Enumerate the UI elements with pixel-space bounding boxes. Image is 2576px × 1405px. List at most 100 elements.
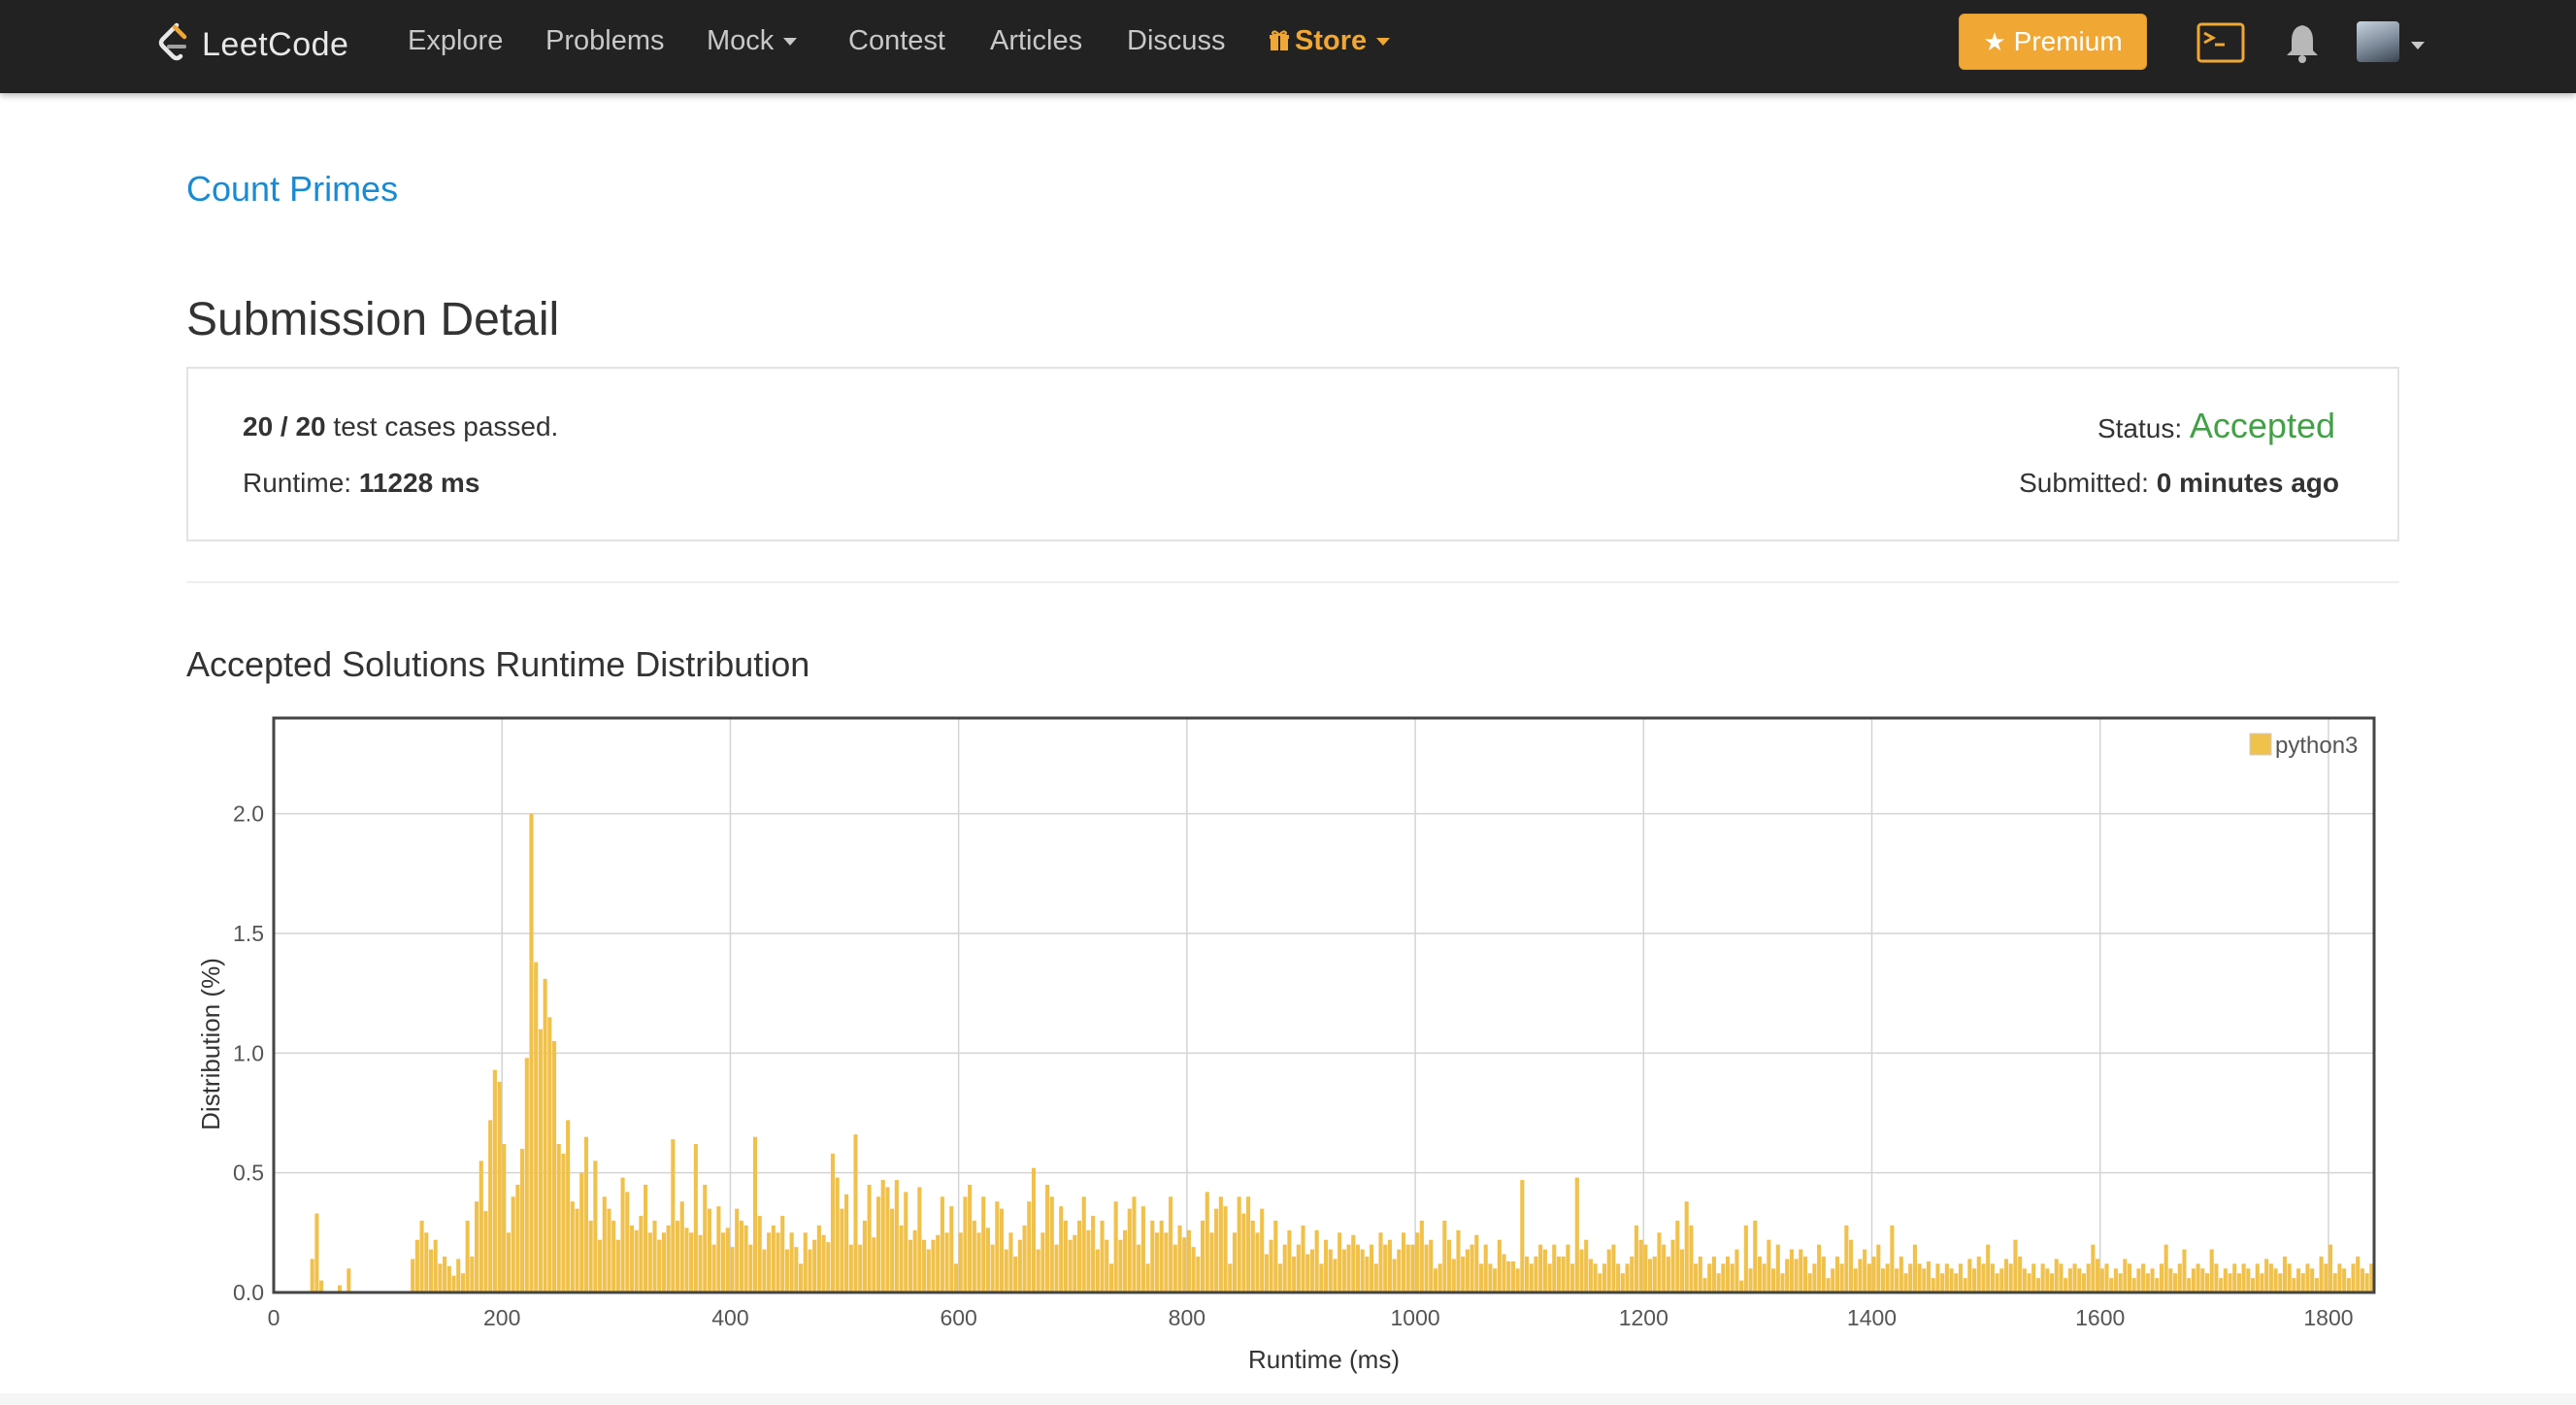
histogram-bar	[1506, 1260, 1511, 1292]
histogram-bar	[826, 1242, 831, 1292]
x-tick-label: 600	[940, 1305, 976, 1330]
histogram-bar	[634, 1229, 639, 1292]
histogram-bar	[1328, 1249, 1333, 1292]
histogram-bar	[2123, 1258, 2128, 1292]
histogram-bar	[1031, 1167, 1037, 1292]
histogram-bar	[556, 1144, 561, 1292]
histogram-bar	[1785, 1258, 1790, 1292]
histogram-bar	[497, 1081, 502, 1292]
histogram-bar	[1324, 1239, 1329, 1292]
histogram-bar	[2086, 1263, 2091, 1292]
histogram-bar	[1598, 1273, 1602, 1292]
histogram-bar	[2200, 1268, 2205, 1292]
histogram-bar	[1049, 1196, 1054, 1292]
y-tick-label: 1.5	[233, 921, 264, 946]
histogram-bar	[1100, 1221, 1105, 1292]
histogram-bar	[511, 1196, 515, 1292]
histogram-bar	[1191, 1247, 1196, 1292]
histogram-bar	[926, 1249, 931, 1292]
histogram-bar	[794, 1247, 799, 1292]
histogram-bar	[2109, 1278, 2114, 1292]
histogram-bar	[762, 1249, 767, 1292]
histogram-bar	[424, 1232, 429, 1292]
histogram-bar	[1040, 1232, 1045, 1292]
histogram-bar	[940, 1196, 944, 1292]
histogram-bar	[1145, 1263, 1150, 1292]
histogram-bar	[1123, 1229, 1128, 1292]
histogram-bar	[1903, 1273, 1908, 1292]
histogram-bar	[1341, 1249, 1346, 1292]
histogram-bar	[721, 1232, 726, 1292]
histogram-bar	[1351, 1234, 1356, 1292]
histogram-bar	[985, 1227, 990, 1292]
histogram-bar	[990, 1244, 995, 1292]
histogram-bar	[1488, 1263, 1493, 1292]
histogram-bar	[598, 1239, 603, 1292]
histogram-bar	[1214, 1208, 1219, 1292]
histogram-bar	[844, 1193, 849, 1292]
histogram-bar	[1967, 1258, 1972, 1292]
histogram-bar	[492, 1069, 497, 1292]
histogram-bar	[534, 962, 539, 1292]
histogram-bar	[1169, 1196, 1173, 1292]
histogram-bar	[711, 1244, 716, 1292]
histogram-bar	[1137, 1244, 1141, 1292]
histogram-bar	[1360, 1249, 1365, 1292]
y-tick-label: 1.0	[233, 1040, 264, 1065]
x-tick-label: 0	[268, 1305, 281, 1330]
histogram-bar	[2219, 1278, 2224, 1292]
x-tick-label: 200	[483, 1305, 520, 1330]
chart-legend[interactable]: python3	[2249, 733, 2358, 759]
histogram-bar	[2018, 1257, 2023, 1292]
histogram-bar	[1725, 1257, 1731, 1292]
histogram-bar	[1410, 1244, 1415, 1292]
histogram-bar	[488, 1120, 493, 1292]
x-tick-label: 1600	[2075, 1305, 2125, 1330]
histogram-bar	[1834, 1257, 1839, 1292]
histogram-bar	[2155, 1278, 2160, 1292]
histogram-bar	[730, 1247, 735, 1292]
histogram-bar	[743, 1225, 748, 1292]
histogram-bar	[1392, 1258, 1397, 1292]
histogram-bar	[780, 1216, 785, 1292]
histogram-bar	[2360, 1268, 2364, 1292]
histogram-bar	[520, 1149, 525, 1292]
histogram-bar	[752, 1136, 758, 1292]
histogram-bar	[483, 1211, 488, 1292]
histogram-bar	[611, 1221, 616, 1292]
histogram-bar	[968, 1185, 973, 1292]
histogram-bar	[1780, 1273, 1785, 1292]
histogram-bar	[1593, 1263, 1598, 1292]
histogram-bar	[1008, 1232, 1013, 1292]
histogram-bar	[776, 1232, 780, 1292]
histogram-bar	[1397, 1249, 1402, 1292]
x-tick-label: 1200	[1619, 1305, 1668, 1330]
histogram-bar	[1826, 1278, 1831, 1292]
histogram-bar	[2113, 1268, 2118, 1292]
histogram-bar	[725, 1227, 730, 1292]
histogram-bar	[314, 1213, 319, 1292]
histogram-bar	[1370, 1244, 1374, 1292]
histogram-bar	[1108, 1263, 1113, 1292]
histogram-bar	[1734, 1249, 1739, 1292]
histogram-bar	[1470, 1244, 1474, 1292]
histogram-bar	[1871, 1257, 1876, 1292]
histogram-bar	[1748, 1268, 1753, 1292]
histogram-bar	[1209, 1232, 1214, 1292]
histogram-bar	[551, 1041, 557, 1292]
histogram-bar	[1990, 1263, 1995, 1292]
histogram-bar	[799, 1263, 804, 1292]
histogram-bar	[2328, 1244, 2333, 1292]
histogram-bar	[1218, 1196, 1223, 1292]
histogram-bar	[1447, 1239, 1452, 1292]
histogram-bar	[1287, 1229, 1292, 1292]
histogram-bar	[1972, 1268, 1977, 1292]
legend-swatch-python3	[2249, 733, 2272, 756]
histogram-bar	[1762, 1263, 1767, 1292]
histogram-bar	[1689, 1225, 1694, 1292]
histogram-bar	[1839, 1263, 1844, 1292]
histogram-bar	[2278, 1273, 2283, 1292]
histogram-bar	[739, 1221, 743, 1292]
histogram-bar	[1073, 1234, 1077, 1292]
x-tick-label: 1400	[1847, 1305, 1897, 1330]
